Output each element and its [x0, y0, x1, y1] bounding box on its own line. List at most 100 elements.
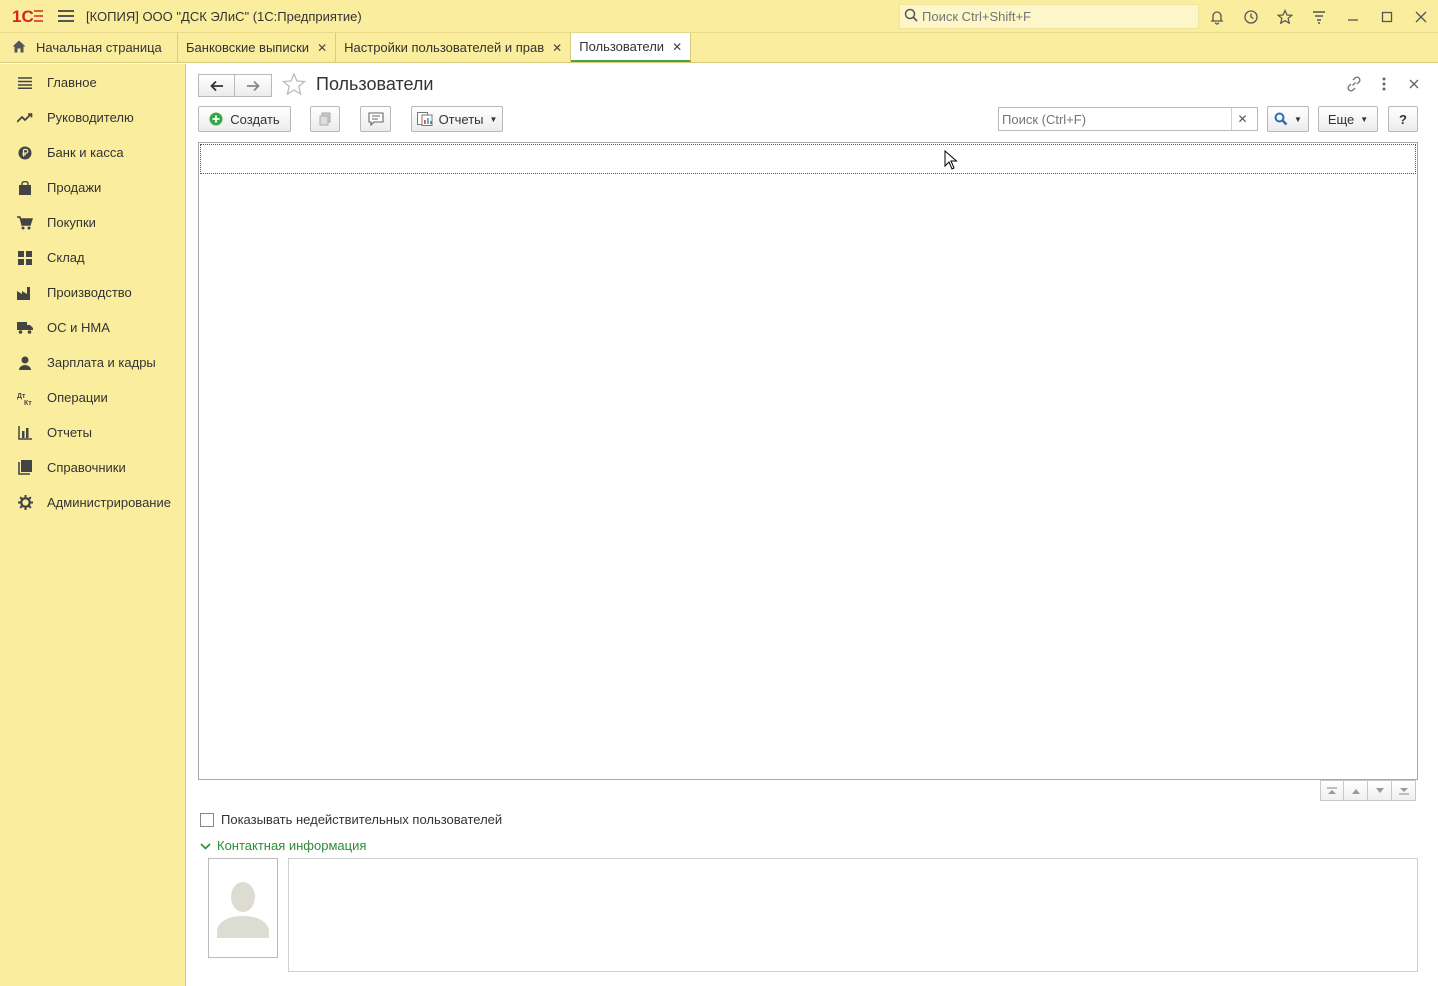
warehouse-icon — [17, 250, 33, 266]
scroll-up-button[interactable] — [1344, 780, 1368, 801]
copy-icon — [319, 112, 331, 126]
users-list[interactable] — [198, 142, 1418, 780]
bar-chart-icon — [17, 425, 33, 441]
sidebar-item-label: Производство — [47, 285, 132, 300]
sidebar-item-director[interactable]: Руководителю — [0, 100, 185, 135]
favorites-star-icon[interactable] — [1268, 0, 1302, 33]
magnifier-icon — [1274, 112, 1288, 126]
reports-button-label: Отчеты — [438, 111, 484, 127]
hamburger-icon — [17, 75, 33, 91]
global-search-input[interactable] — [922, 9, 1182, 24]
tab-users[interactable]: Пользователи ✕ — [571, 33, 692, 62]
scroll-to-top-button[interactable] — [1320, 780, 1344, 801]
tab-bank-statements[interactable]: Банковские выписки ✕ — [178, 33, 337, 62]
back-button[interactable] — [198, 74, 235, 97]
comment-icon — [367, 112, 384, 126]
1c-logo-icon[interactable]: 1С — [12, 6, 46, 26]
sidebar-item-label: Зарплата и кадры — [47, 355, 156, 370]
reports-button[interactable]: Отчеты ▼ — [411, 106, 503, 132]
copy-button[interactable] — [310, 106, 340, 132]
sidebar-item-label: Администрирование — [47, 495, 171, 510]
sidebar-item-label: Руководителю — [47, 110, 134, 125]
scroll-down-button[interactable] — [1368, 780, 1392, 801]
sidebar-item-reports[interactable]: Отчеты — [0, 415, 185, 450]
plus-circle-icon — [209, 112, 223, 126]
command-bar: Создать Отчеты ▼ ✕ ▼ Еще ▼ ? — [198, 106, 1418, 132]
comment-button[interactable] — [360, 106, 391, 132]
maximize-icon[interactable] — [1370, 0, 1404, 33]
contact-info-area — [288, 858, 1418, 972]
show-invalid-users-checkbox[interactable] — [200, 812, 214, 827]
svg-text:1С: 1С — [12, 7, 34, 25]
dropdown-caret-icon: ▼ — [1294, 114, 1302, 124]
truck-icon — [17, 320, 33, 336]
sidebar-item-administration[interactable]: Администрирование — [0, 485, 185, 520]
list-search-input[interactable] — [999, 109, 1231, 129]
show-invalid-users-label[interactable]: Показывать недействительных пользователе… — [221, 812, 502, 827]
sidebar-item-label: Банк и касса — [47, 145, 124, 160]
minimize-icon[interactable] — [1336, 0, 1370, 33]
help-button[interactable]: ? — [1388, 106, 1418, 132]
scroll-top-icon — [1327, 786, 1337, 794]
list-search[interactable]: ✕ — [998, 107, 1258, 131]
search-options-button[interactable]: ▼ — [1267, 106, 1309, 132]
sidebar-item-references[interactable]: Справочники — [0, 450, 185, 485]
table-row[interactable] — [200, 144, 1416, 174]
close-tab-icon[interactable]: ✕ — [317, 41, 327, 55]
close-tab-icon[interactable]: ✕ — [552, 41, 562, 55]
tab-label: Настройки пользователей и прав — [344, 40, 545, 55]
sidebar-item-warehouse[interactable]: Склад — [0, 240, 185, 275]
history-icon[interactable] — [1234, 0, 1268, 33]
more-button-label: Еще — [1327, 111, 1355, 127]
scroll-to-bottom-button[interactable] — [1392, 780, 1416, 801]
tab-home[interactable]: Начальная страница — [0, 33, 178, 62]
sidebar-item-bank[interactable]: Банк и касса — [0, 135, 185, 170]
user-photo-placeholder[interactable] — [208, 858, 278, 958]
settings-menu-icon[interactable] — [1302, 0, 1336, 33]
page-title: Пользователи — [316, 74, 434, 94]
ruble-icon — [17, 145, 33, 161]
create-button[interactable]: Создать — [198, 106, 291, 132]
more-button[interactable]: Еще ▼ — [1318, 106, 1378, 132]
avatar-silhouette-icon — [217, 882, 269, 938]
sidebar-item-label: Справочники — [47, 460, 126, 475]
clear-search-icon[interactable]: ✕ — [1231, 108, 1253, 130]
help-button-label: ? — [1399, 111, 1407, 127]
contact-info-group-toggle[interactable]: Контактная информация — [200, 838, 366, 853]
sidebar-item-purchases[interactable]: Покупки — [0, 205, 185, 240]
sidebar-item-main[interactable]: Главное — [0, 65, 185, 100]
sidebar-item-assets[interactable]: ОС и НМА — [0, 310, 185, 345]
close-window-icon[interactable] — [1404, 0, 1438, 33]
global-search[interactable] — [899, 4, 1199, 29]
more-actions-kebab-icon[interactable] — [1376, 74, 1392, 94]
add-to-favorites-star-icon[interactable] — [281, 72, 307, 98]
reports-icon — [416, 112, 433, 126]
close-form-icon[interactable] — [1406, 74, 1422, 94]
sidebar-item-sales[interactable]: Продажи — [0, 170, 185, 205]
tab-user-settings[interactable]: Настройки пользователей и прав ✕ — [336, 33, 572, 62]
sidebar: Главное Руководителю Банк и касса Продаж… — [0, 64, 186, 986]
link-icon[interactable] — [1346, 74, 1362, 94]
sidebar-item-label: Склад — [47, 250, 85, 265]
sidebar-item-salary[interactable]: Зарплата и кадры — [0, 345, 185, 380]
sidebar-item-operations[interactable]: Дт Кт Операции — [0, 380, 185, 415]
main-menu-icon[interactable] — [58, 10, 74, 22]
show-invalid-users-row: Показывать недействительных пользователе… — [200, 812, 502, 827]
sidebar-item-label: ОС и НМА — [47, 320, 110, 335]
tab-label: Банковские выписки — [186, 40, 310, 55]
sidebar-item-production[interactable]: Производство — [0, 275, 185, 310]
cart-icon — [17, 215, 33, 231]
sidebar-item-label: Продажи — [47, 180, 102, 195]
sidebar-item-label: Операции — [47, 390, 108, 405]
dt-kt-icon: Дт Кт — [17, 390, 33, 406]
bag-icon — [17, 180, 33, 196]
scroll-bottom-icon — [1398, 787, 1409, 795]
forward-button[interactable] — [235, 74, 272, 97]
tab-bar: Начальная страница Банковские выписки ✕ … — [0, 33, 1438, 63]
scroll-down-icon — [1375, 787, 1384, 793]
list-scroll-buttons — [1320, 780, 1416, 801]
books-icon — [17, 460, 33, 476]
close-tab-icon[interactable]: ✕ — [672, 40, 682, 54]
bell-icon[interactable] — [1200, 0, 1234, 33]
mouse-cursor-icon — [944, 149, 958, 173]
